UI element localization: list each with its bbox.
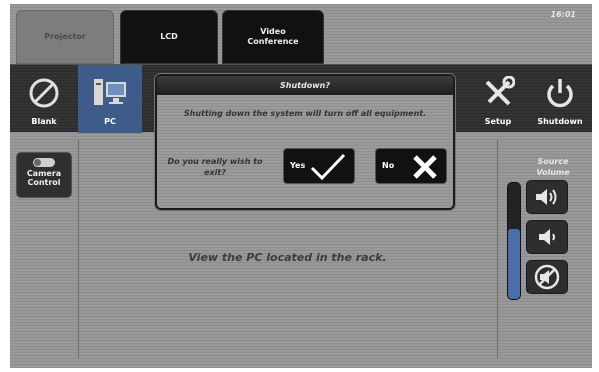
tools-icon: [481, 75, 515, 111]
right-divider: [497, 140, 498, 358]
pc-icon: [92, 75, 128, 111]
tab-video-conference[interactable]: Video Conference: [222, 10, 324, 64]
touch-panel-screen: Projector LCD Video Conference 16:01 Bla…: [10, 4, 592, 368]
volume-up-icon: [536, 189, 557, 205]
close-icon: [413, 155, 437, 179]
mute-button[interactable]: [526, 260, 568, 294]
dialog-message: Shutting down the system will turn off a…: [183, 109, 427, 118]
shutdown-button[interactable]: Shutdown: [528, 65, 592, 133]
camera-control-button[interactable]: Camera Control: [16, 152, 72, 198]
no-button[interactable]: No: [375, 148, 447, 184]
volume-level-fill: [508, 229, 520, 299]
tab-lcd[interactable]: LCD: [120, 10, 218, 64]
tab-projector[interactable]: Projector: [16, 10, 114, 64]
dialog-title: Shutdown?: [157, 76, 453, 95]
toggle-icon: [33, 158, 55, 167]
dialog-question: Do you really wish to exit?: [167, 157, 263, 177]
blank-icon: [27, 75, 61, 111]
mute-icon: [534, 264, 560, 290]
yes-button[interactable]: Yes: [283, 148, 355, 184]
power-icon: [543, 75, 577, 111]
volume-down-icon: [539, 229, 555, 245]
clock: 16:01: [550, 10, 576, 19]
shutdown-dialog: Shutdown? Shutting down the system will …: [155, 74, 455, 210]
setup-button[interactable]: Setup: [466, 65, 530, 133]
checkmark-icon: [310, 153, 346, 181]
left-divider: [78, 140, 79, 358]
pc-button[interactable]: PC: [78, 65, 142, 133]
blank-button[interactable]: Blank: [12, 65, 76, 133]
source-volume-title: Source Volume: [536, 157, 570, 177]
volume-up-button[interactable]: [526, 180, 568, 214]
volume-slider[interactable]: [507, 182, 521, 300]
volume-down-button[interactable]: [526, 220, 568, 254]
source-message: View the PC located in the rack.: [188, 251, 387, 264]
